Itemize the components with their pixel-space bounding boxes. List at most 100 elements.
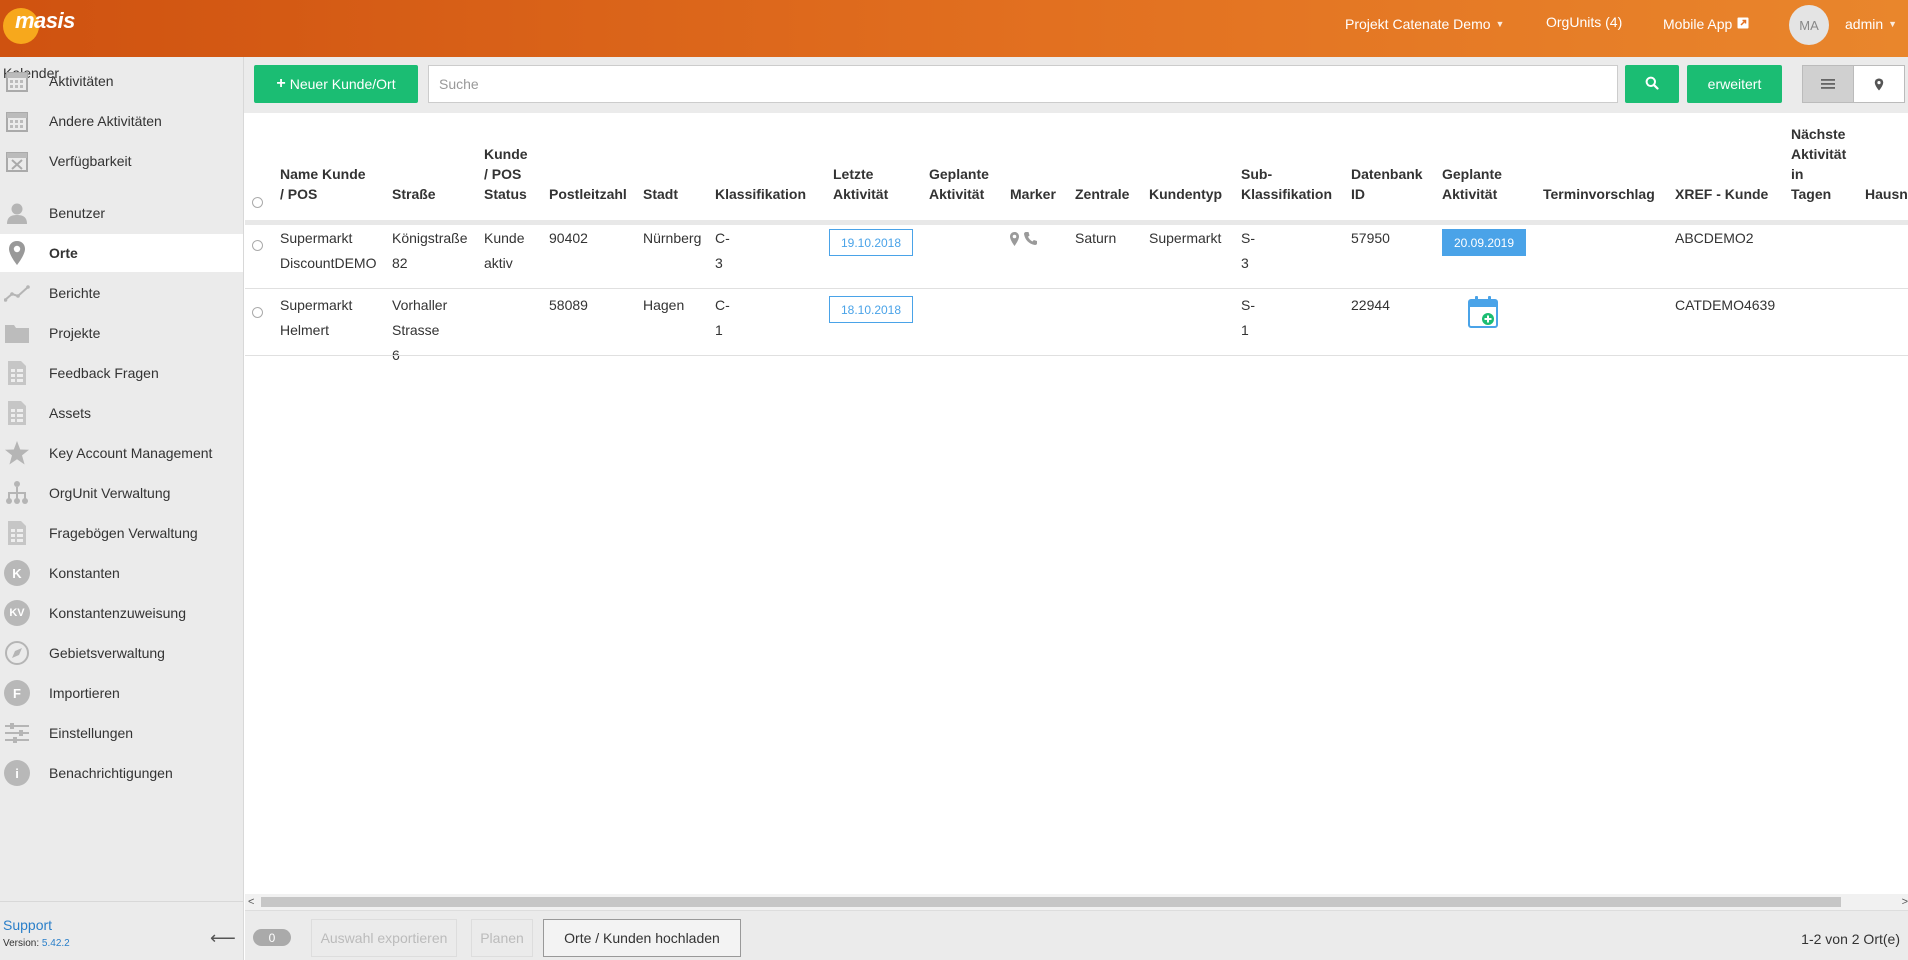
sidebar-item-label: Importieren <box>49 685 120 701</box>
cell-street: Königstraße 82 <box>392 230 468 271</box>
cell-classification: C-3 <box>715 230 730 271</box>
chevron-down-icon: ▼ <box>1495 19 1505 29</box>
column-header[interactable]: Terminvorschlag <box>1543 184 1683 204</box>
search-input[interactable] <box>428 65 1618 103</box>
scroll-left-icon[interactable]: < <box>248 894 254 910</box>
mobile-app-link[interactable]: Mobile App <box>1663 16 1749 32</box>
cell-zip: 90402 <box>549 230 588 246</box>
sidebar-item-feedback-fragen[interactable]: Feedback Fragen <box>0 354 243 392</box>
export-selection-button[interactable]: Auswahl exportieren <box>311 919 457 957</box>
phone-icon[interactable] <box>1023 231 1038 249</box>
sidebar-item-projekte[interactable]: Projekte <box>0 314 243 352</box>
document-grid-icon <box>3 399 31 427</box>
sidebar-item-label: Assets <box>49 405 92 421</box>
sidebar-item-einstellungen[interactable]: Einstellungen <box>0 714 243 752</box>
add-calendar-icon[interactable] <box>1467 295 1499 332</box>
folder-icon <box>3 319 31 347</box>
search-button[interactable] <box>1625 65 1679 103</box>
sidebar-item-verfügbarkeit[interactable]: Verfügbarkeit <box>0 142 243 180</box>
orgunits-link[interactable]: OrgUnits (4) <box>1546 14 1622 30</box>
advanced-search-label: erweitert <box>1707 76 1762 92</box>
sidebar-item-konstantenzuweisung[interactable]: KV Konstantenzuweisung <box>0 594 243 632</box>
sidebar-item-orte[interactable]: Orte <box>0 234 243 272</box>
sidebar: Kalender Aktivitäten Andere Aktivitäten Ve… <box>0 57 244 960</box>
cell-status: Kunde aktiv <box>484 230 525 271</box>
plan-button[interactable]: Planen <box>471 919 533 957</box>
sidebar-item-orgunit-verwaltung[interactable]: OrgUnit Verwaltung <box>0 474 243 512</box>
horizontal-scrollbar[interactable]: < > <box>245 894 1908 910</box>
map-marker-icon[interactable] <box>1009 231 1020 250</box>
cell-kundentyp: Supermarkt <box>1149 230 1222 246</box>
sidebar-item-importieren[interactable]: F Importieren <box>0 674 243 712</box>
map-view-icon[interactable] <box>1853 66 1904 102</box>
locations-table: Name Kunde / POS Straße Kunde / POS Status Pos… <box>245 113 1908 894</box>
version-number[interactable]: 5.42.2 <box>42 938 70 949</box>
calendar-icon <box>3 107 31 135</box>
new-customer-label: Neuer Kunde/Ort <box>289 76 396 92</box>
column-header[interactable]: Hausn <box>1865 184 1908 204</box>
list-view-icon[interactable] <box>1803 66 1853 102</box>
document-grid-icon <box>3 519 31 547</box>
mobile-app-label: Mobile App <box>1663 16 1733 32</box>
last-activity-date[interactable]: 18.10.2018 <box>829 296 913 323</box>
sidebar-item-key-account-management[interactable]: Key Account Management <box>0 434 243 472</box>
project-dropdown[interactable]: Projekt Catenate Demo ▼ <box>1345 16 1504 32</box>
search-icon <box>1645 76 1659 93</box>
star-icon <box>3 439 31 467</box>
select-all-radio[interactable] <box>252 197 263 208</box>
row-select-radio[interactable] <box>252 307 263 318</box>
selected-count-badge: 0 <box>253 929 291 946</box>
sidebar-item-assets[interactable]: Assets <box>0 394 243 432</box>
cell-subclassification: S-1 <box>1241 297 1255 338</box>
top-bar: masis Projekt Catenate Demo ▼ OrgUnits (… <box>0 0 1908 57</box>
line-chart-icon <box>3 279 31 307</box>
sidebar-item-gebietsverwaltung[interactable]: Gebietsverwaltung <box>0 634 243 672</box>
scroll-right-icon[interactable]: > <box>1902 894 1908 910</box>
view-toggle <box>1802 65 1905 103</box>
sidebar-item-label: Projekte <box>49 325 101 341</box>
compass-icon <box>3 639 31 667</box>
planned-activity-date[interactable]: 20.09.2019 <box>1442 229 1526 256</box>
plus-icon: + <box>276 75 286 92</box>
upload-locations-button[interactable]: Orte / Kunden hochladen <box>543 919 741 957</box>
pagination-info: 1-2 von 2 Ort(e) <box>1801 931 1900 947</box>
cell-zentrale: Saturn <box>1075 230 1117 246</box>
sidebar-item-label: Feedback Fragen <box>49 365 159 381</box>
last-activity-date[interactable]: 19.10.2018 <box>829 229 913 256</box>
collapse-sidebar-icon[interactable]: ⟵ <box>210 928 236 949</box>
sidebar-item-label: OrgUnit Verwaltung <box>49 485 171 501</box>
logo-text: masis <box>15 8 75 33</box>
user-menu[interactable]: admin ▼ <box>1845 16 1897 32</box>
sidebar-item-berichte[interactable]: Berichte <box>0 274 243 312</box>
sidebar-item-label: Andere Aktivitäten <box>49 113 162 129</box>
cell-xref: CATDEMO4639 <box>1675 297 1776 313</box>
sidebar-item-label: Benachrichtigungen <box>49 765 173 781</box>
sidebar-item-benachrichtigungen[interactable]: i Benachrichtigungen <box>0 754 243 792</box>
advanced-search-button[interactable]: erweitert <box>1687 65 1782 103</box>
document-grid-icon <box>3 359 31 387</box>
row-select-radio[interactable] <box>252 240 263 251</box>
avatar[interactable]: MA <box>1789 5 1829 45</box>
scrollbar-thumb[interactable] <box>261 897 1841 907</box>
k-circle-icon: K <box>3 559 31 587</box>
sidebar-item-label: Berichte <box>49 285 101 301</box>
cell-customer-name: Supermarkt DiscountDEMO <box>280 230 377 271</box>
chevron-down-icon: ▼ <box>1888 19 1898 29</box>
sidebar-item-aktivitäten[interactable]: Aktivitäten <box>0 62 243 100</box>
sidebar-item-konstanten[interactable]: K Konstanten <box>0 554 243 592</box>
sidebar-item-label: Einstellungen <box>49 725 134 741</box>
external-link-icon <box>1737 16 1749 32</box>
masis-logo[interactable]: masis <box>3 6 75 44</box>
sidebar-item-andere-aktivitäten[interactable]: Andere Aktivitäten <box>0 102 243 140</box>
sidebar-item-benutzer[interactable]: Benutzer <box>0 194 243 232</box>
cell-zip: 58089 <box>549 297 588 313</box>
sidebar-item-fragebögen-verwaltung[interactable]: Fragebögen Verwaltung <box>0 514 243 552</box>
new-customer-button[interactable]: + Neuer Kunde/Ort <box>254 65 418 103</box>
calendar-x-icon <box>3 147 31 175</box>
cell-database-id: 22944 <box>1351 297 1390 313</box>
sidebar-item-label: Verfügbarkeit <box>49 153 132 169</box>
org-tree-icon <box>3 479 31 507</box>
cell-customer-name: Supermarkt Helmert <box>280 297 353 338</box>
support-link[interactable]: Support <box>3 917 52 933</box>
sidebar-footer: Support Version: 5.42.2 ⟵ <box>0 901 243 960</box>
